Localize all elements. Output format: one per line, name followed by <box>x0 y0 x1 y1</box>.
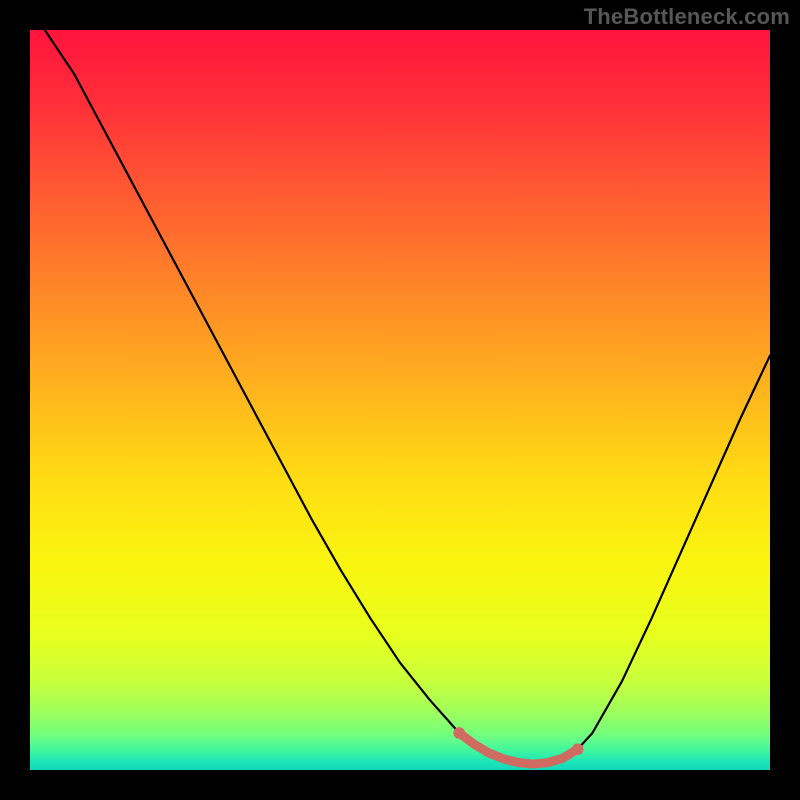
chart-frame: TheBottleneck.com <box>0 0 800 800</box>
plot-area <box>30 30 770 770</box>
watermark: TheBottleneck.com <box>584 4 790 30</box>
optimal-zone-highlight <box>30 30 770 770</box>
